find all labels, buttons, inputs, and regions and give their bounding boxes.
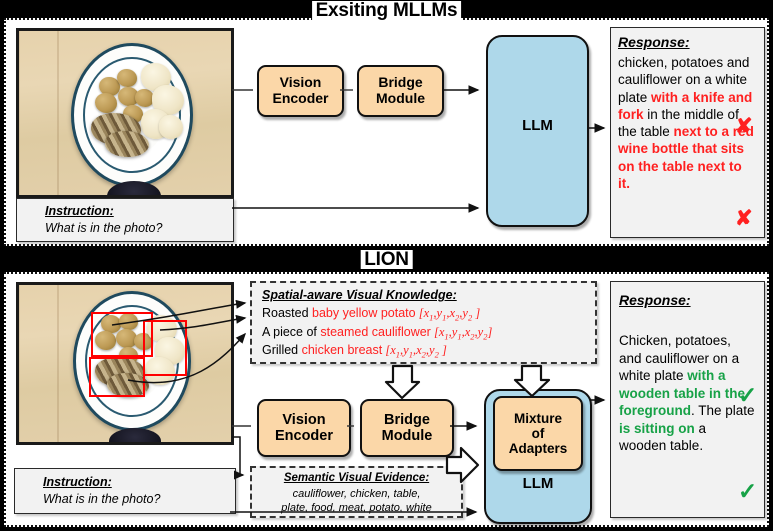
- bottom-vision-encoder-line1: Vision: [282, 411, 326, 428]
- bottom-vision-encoder-box: Vision Encoder: [257, 399, 351, 457]
- semantic-visual-evidence-box: Semantic Visual Evidence: cauliflower, c…: [250, 466, 463, 518]
- bottom-instruction-box: Instruction: What is in the photo?: [14, 468, 236, 514]
- bbox-cauliflower: [143, 320, 187, 376]
- mixture-of-adapters-box: Mixture of Adapters: [493, 396, 583, 471]
- spatial-item-1: A piece of steamed cauliflower [x1,y1,x2…: [262, 325, 587, 342]
- top-llm-label: LLM: [522, 117, 553, 134]
- figure-root: Instruction: What is in the photo? Visio…: [0, 0, 773, 531]
- spatial-item-0-entity: baby yellow potato: [312, 306, 416, 320]
- top-wrong-mark-2: ✘: [735, 207, 753, 230]
- bbox-chicken: [89, 357, 145, 397]
- potato: [95, 93, 117, 113]
- top-input-photo: [16, 28, 234, 198]
- bottom-input-photo: [16, 282, 234, 445]
- adapters-line2: of: [531, 425, 545, 441]
- bottom-instruction-label: Instruction:: [43, 475, 112, 489]
- top-wrong-mark-1: ✘: [735, 115, 753, 138]
- top-vision-encoder-line2: Encoder: [272, 90, 329, 106]
- spatial-item-2-coords: [x1,y1,x2,y2 ]: [382, 343, 447, 360]
- bottom-vision-encoder-line2: Encoder: [274, 428, 333, 444]
- top-panel-title: Exsiting MLLMs: [311, 1, 462, 20]
- top-instruction-box: Instruction: What is in the photo?: [16, 198, 234, 242]
- bottom-response-label: Response:: [619, 292, 691, 308]
- spatial-knowledge-header: Spatial-aware Visual Knowledge:: [262, 288, 457, 302]
- spatial-item-0-coords: [x1,y1,x2,y2 ]: [415, 306, 481, 323]
- top-bridge-line2: Module: [376, 90, 425, 106]
- bottom-instruction-text: What is in the photo?: [43, 492, 161, 506]
- top-instruction-label: Instruction:: [45, 204, 114, 218]
- top-bridge-module-box: Bridge Module: [357, 65, 444, 117]
- potato: [117, 69, 137, 87]
- bottom-llm-label: LLM: [522, 475, 554, 492]
- bottom-bridge-module-box: Bridge Module: [360, 399, 454, 457]
- top-response-label: Response:: [618, 34, 690, 50]
- adapters-line1: Mixture: [513, 410, 562, 426]
- bottom-correct-mark-1: ✓: [738, 382, 758, 408]
- top-llm-box: LLM: [486, 35, 589, 227]
- spatial-item-1-entity: steamed cauliflower: [320, 324, 431, 339]
- chicken-breast: [105, 131, 149, 157]
- semantic-evidence-header: Semantic Visual Evidence:: [283, 472, 430, 484]
- spatial-item-1-coords: [x1,y1,x2,y2]: [430, 324, 493, 342]
- spatial-item-2-prefix: Grilled: [262, 343, 302, 357]
- bottom-response-text: Chicken, potatoes, and cauliflower on a …: [619, 332, 756, 455]
- panel-lion: Instruction: What is in the photo? Spati…: [4, 272, 769, 527]
- top-instruction-text: What is in the photo?: [45, 221, 163, 235]
- bottom-bridge-line1: Bridge: [384, 411, 430, 428]
- adapters-line3: Adapters: [508, 441, 568, 457]
- spatial-item-2: Grilled chicken breast [x1,y1,x2,y2 ]: [262, 343, 587, 360]
- cauliflower: [159, 115, 183, 139]
- semantic-evidence-line2: plate, food, meat, potato, white: [281, 502, 432, 515]
- spatial-item-2-entity: chicken breast: [301, 343, 383, 357]
- top-bridge-line1: Bridge: [378, 74, 423, 91]
- semantic-evidence-line1: cauliflower, chicken, table,: [292, 488, 421, 500]
- spatial-aware-visual-knowledge-box: Spatial-aware Visual Knowledge: Roasted …: [250, 281, 597, 364]
- spatial-item-1-prefix: A piece of: [262, 324, 321, 339]
- bottom-panel-title: LION: [360, 250, 413, 269]
- spatial-item-0-prefix: Roasted: [262, 306, 313, 320]
- bottom-bridge-line2: Module: [381, 428, 433, 444]
- top-vision-encoder-box: Vision Encoder: [257, 65, 344, 117]
- bottom-response-seg-3: is sitting on: [619, 420, 695, 436]
- panel-existing-mllms: Instruction: What is in the photo? Visio…: [4, 18, 769, 246]
- bottom-correct-mark-2: ✓: [738, 478, 758, 504]
- spatial-item-0: Roasted baby yellow potato [x1,y1,x2,y2 …: [262, 306, 587, 323]
- top-vision-encoder-line1: Vision: [279, 74, 322, 91]
